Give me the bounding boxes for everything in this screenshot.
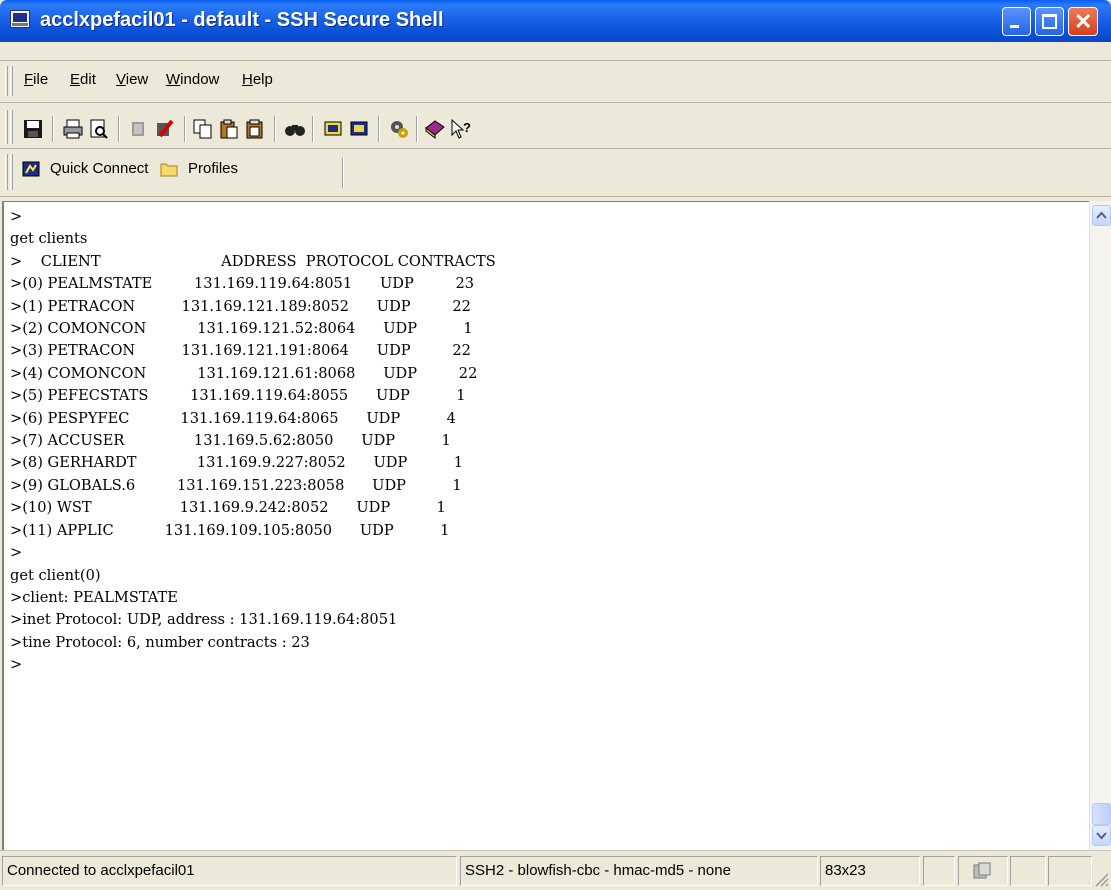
toolbar-separator xyxy=(184,116,186,142)
status-connection: Connected to acclxpefacil01 xyxy=(2,856,457,886)
quick-connect-icon xyxy=(22,161,40,177)
terminal-line: > xyxy=(10,656,23,674)
new-file-transfer-icon[interactable] xyxy=(348,118,370,140)
status-terminal-size: 83x23 xyxy=(820,856,920,886)
menu-view[interactable]: View xyxy=(116,71,148,88)
paste-alt-icon[interactable] xyxy=(244,118,266,140)
terminal-line: >tine Protocol: 6, number contracts : 23 xyxy=(10,633,310,651)
profiles-label: Profiles xyxy=(188,160,239,177)
terminal-line: >(2) COMONCON 131.169.121.52:8064 UDP 1 xyxy=(10,320,473,338)
ssh-window: acclxpefacil01 - default - SSH Secure Sh… xyxy=(0,0,1111,890)
minimize-icon xyxy=(1010,25,1019,28)
status-cipher: SSH2 - blowfish-cbc - hmac-md5 - none xyxy=(460,856,818,886)
terminal-line: >(0) PEALMSTATE 131.169.119.64:8051 UDP … xyxy=(10,275,475,293)
scroll-thumb[interactable] xyxy=(1092,803,1111,825)
scroll-up-button[interactable] xyxy=(1092,205,1111,226)
title-bar[interactable]: acclxpefacil01 - default - SSH Secure Sh… xyxy=(0,0,1111,42)
close-button[interactable]: ✕ xyxy=(1068,7,1098,36)
divider xyxy=(0,148,1111,149)
menu-help[interactable]: Help xyxy=(242,71,273,88)
terminal-line: >(1) PETRACON 131.169.121.189:8052 UDP 2… xyxy=(10,297,471,315)
menu-window[interactable]: Window xyxy=(166,71,219,88)
terminal-line: get clients xyxy=(10,230,88,248)
status-transfer-panel xyxy=(958,856,1008,886)
terminal-line: >(6) PESPYFEC 131.169.119.64:8065 UDP 4 xyxy=(10,409,456,427)
divider xyxy=(0,196,1111,197)
print-preview-icon[interactable] xyxy=(88,118,110,140)
toolbar-separator xyxy=(118,116,120,142)
vertical-scrollbar[interactable] xyxy=(1089,201,1111,850)
toolbar-separator xyxy=(416,116,418,142)
quick-connect-button[interactable]: Quick Connect xyxy=(22,160,148,177)
resize-grip-icon[interactable] xyxy=(1094,872,1109,887)
maximize-button[interactable] xyxy=(1035,7,1064,36)
toolbar-separator xyxy=(342,158,344,188)
terminal-line: >(8) GERHARDT 131.169.9.227:8052 UDP 1 xyxy=(10,454,463,472)
chevron-down-icon xyxy=(1096,832,1107,840)
toolbar-grip[interactable] xyxy=(5,110,8,144)
terminal-line: >(4) COMONCON 131.169.121.61:8068 UDP 22 xyxy=(10,364,478,382)
profiles-button[interactable]: Profiles xyxy=(160,160,238,177)
toolbar-grip[interactable] xyxy=(10,110,13,144)
terminal-line: get client(0) xyxy=(10,566,101,584)
toolbar-separator xyxy=(312,116,314,142)
menubar-grip[interactable] xyxy=(10,66,13,96)
scroll-down-button[interactable] xyxy=(1092,825,1111,846)
chevron-up-icon xyxy=(1096,211,1107,219)
toolbar-separator xyxy=(274,116,276,142)
copy-icon[interactable] xyxy=(192,118,214,140)
menu-file[interactable]: File xyxy=(24,71,48,88)
terminal-line: >(7) ACCUSER 131.169.5.62:8050 UDP 1 xyxy=(10,432,451,450)
terminal-line: > xyxy=(10,208,23,225)
settings-icon[interactable] xyxy=(388,118,410,140)
status-panel-empty xyxy=(923,856,955,886)
divider xyxy=(0,102,1111,103)
close-icon: ✕ xyxy=(1074,9,1093,34)
terminal-line: >(3) PETRACON 131.169.121.191:8064 UDP 2… xyxy=(10,342,471,360)
transfer-icon xyxy=(973,862,991,879)
terminal-line: >(5) PEFECSTATS 131.169.119.64:8055 UDP … xyxy=(10,387,466,405)
folder-icon xyxy=(160,163,178,177)
new-terminal-icon[interactable] xyxy=(322,118,344,140)
svg-text:?: ? xyxy=(463,120,471,135)
disconnect-icon[interactable] xyxy=(128,118,150,140)
toolbar-separator xyxy=(378,116,380,142)
terminal-line: >client: PEALMSTATE xyxy=(10,588,178,606)
quick-connect-label: Quick Connect xyxy=(50,160,149,177)
disconnect-alt-icon[interactable] xyxy=(154,118,176,140)
terminal-line: >(10) WST 131.169.9.242:8052 UDP 1 xyxy=(10,499,446,517)
whats-this-icon[interactable]: ? xyxy=(450,118,472,140)
terminal-output[interactable]: > get clients > CLIENT ADDRESS PROTOCOL CO… xyxy=(2,201,1089,850)
maximize-icon xyxy=(1042,14,1057,29)
terminal-line: > xyxy=(10,544,23,562)
find-icon[interactable] xyxy=(284,118,306,140)
status-panel-empty xyxy=(1010,856,1046,886)
terminal-line: >inet Protocol: UDP, address : 131.169.1… xyxy=(10,611,398,629)
save-icon[interactable] xyxy=(22,118,44,140)
terminal-line: >(9) GLOBALS.6 131.169.151.223:8058 UDP … xyxy=(10,476,462,494)
paste-icon[interactable] xyxy=(218,118,240,140)
terminal-text: > get clients > CLIENT ADDRESS PROTOCOL CO… xyxy=(10,206,496,677)
quickbar-grip[interactable] xyxy=(5,154,8,190)
menubar-grip[interactable] xyxy=(5,66,8,96)
app-terminal-icon[interactable] xyxy=(10,10,30,28)
quickbar-grip[interactable] xyxy=(10,154,13,190)
minimize-button[interactable] xyxy=(1002,7,1031,36)
menu-edit[interactable]: Edit xyxy=(70,71,96,88)
terminal-line: >(11) APPLIC 131.169.109.105:8050 UDP 1 xyxy=(10,521,450,539)
status-panel-empty xyxy=(1048,856,1092,886)
window-title: acclxpefacil01 - default - SSH Secure Sh… xyxy=(40,9,444,31)
toolbar-separator xyxy=(52,116,54,142)
divider xyxy=(0,60,1111,61)
help-book-icon[interactable] xyxy=(424,118,446,140)
print-icon[interactable] xyxy=(62,118,84,140)
terminal-line: > CLIENT ADDRESS PROTOCOL CONTRACTS xyxy=(10,252,496,270)
